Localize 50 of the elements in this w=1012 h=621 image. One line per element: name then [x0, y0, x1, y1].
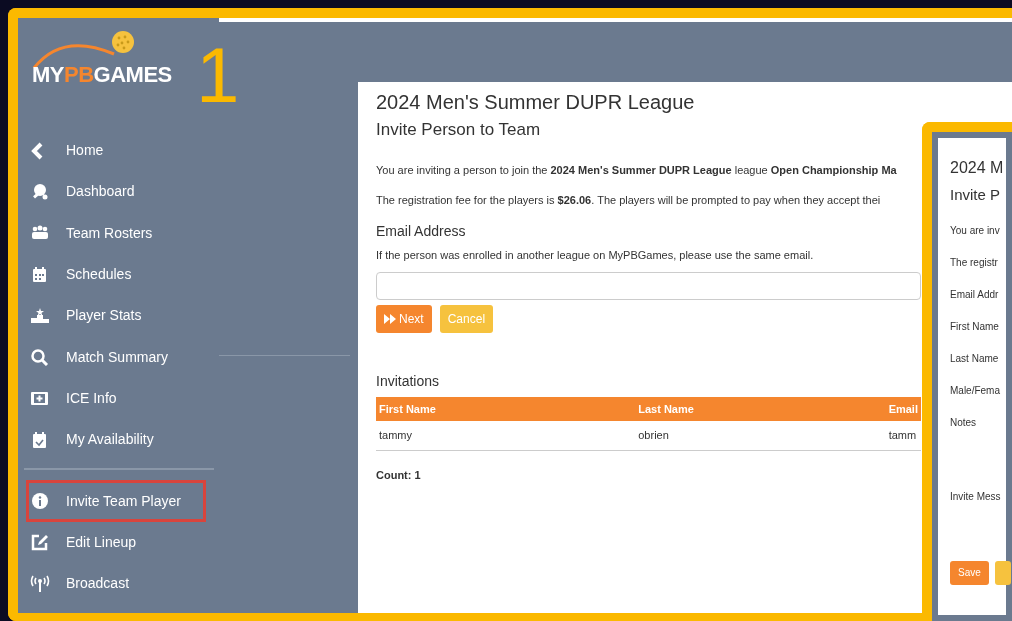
save-button[interactable]: Save [950, 560, 989, 585]
email-label: Email Address [376, 222, 466, 242]
menu-item[interactable]: Team Rosters [18, 212, 214, 254]
field-label: Invite Mess [950, 489, 1001, 504]
window-subtitle: Invite P [950, 185, 1001, 205]
table-cell: tammy [376, 421, 636, 451]
menu-item[interactable]: Edit Lineup [18, 521, 214, 563]
fast-forward-icon [384, 313, 396, 324]
button-edge[interactable] [994, 560, 1011, 585]
field-label: Email Addr [950, 287, 999, 302]
podium-icon [30, 306, 50, 325]
info-icon [30, 492, 50, 510]
column-header: First Name [376, 396, 636, 422]
table-cell: obrien [635, 421, 886, 451]
column-header: Last Name [635, 396, 886, 422]
paragraph: You are inv [950, 223, 1000, 238]
field-label: Male/Fema [950, 383, 1000, 398]
menu-item[interactable]: Invite Team Player [26, 480, 206, 522]
paddle-icon [30, 182, 50, 201]
antenna-icon [30, 574, 50, 593]
invitation-count: Count: 1 [376, 467, 422, 483]
search-icon [30, 348, 50, 367]
menu-item[interactable]: Broadcast [18, 562, 214, 605]
page-title: 2024 Men's Summer DUPR League [376, 90, 696, 114]
medical-box-icon [30, 389, 50, 408]
menu-item[interactable]: Match Summary [18, 336, 214, 378]
step-number: 1 [196, 36, 240, 114]
menu-item[interactable]: Dashboard [18, 171, 214, 213]
next-button[interactable]: Next [376, 304, 432, 333]
email-hint: If the person was enrolled in another league on MyPBGames, please use the same email. [376, 248, 814, 264]
field-label: First Name [950, 319, 999, 334]
menu-item[interactable]: ICE Info [18, 377, 214, 420]
column-header: Email [885, 396, 921, 422]
table-cell: tamm [885, 421, 921, 451]
page-subtitle: Invite Person to Team [376, 120, 542, 141]
ball-icon [111, 30, 135, 54]
menu-item[interactable]: My Availability [18, 419, 214, 461]
menu-item[interactable]: Player Stats [18, 295, 214, 337]
email-input[interactable] [376, 271, 921, 300]
paragraph: The registr [950, 255, 998, 270]
field-label: Notes [950, 415, 977, 430]
logo: MYPBGAMES [32, 61, 172, 89]
paragraph: The registration fee for the players is $26.06. The players will be prompted to pay when they accept thei [376, 192, 881, 208]
invitations-title: Invitations [376, 371, 440, 391]
paragraph: You are inviting a person to join the 2024 Men's Summer DUPR League league Open Championship Ma [376, 163, 897, 179]
window-title: 2024 M [950, 158, 1004, 178]
field-label: Last Name [950, 351, 999, 366]
menu-item[interactable]: Home [18, 130, 214, 172]
menu-item[interactable]: Schedules [18, 253, 214, 296]
edit-icon [30, 533, 50, 552]
